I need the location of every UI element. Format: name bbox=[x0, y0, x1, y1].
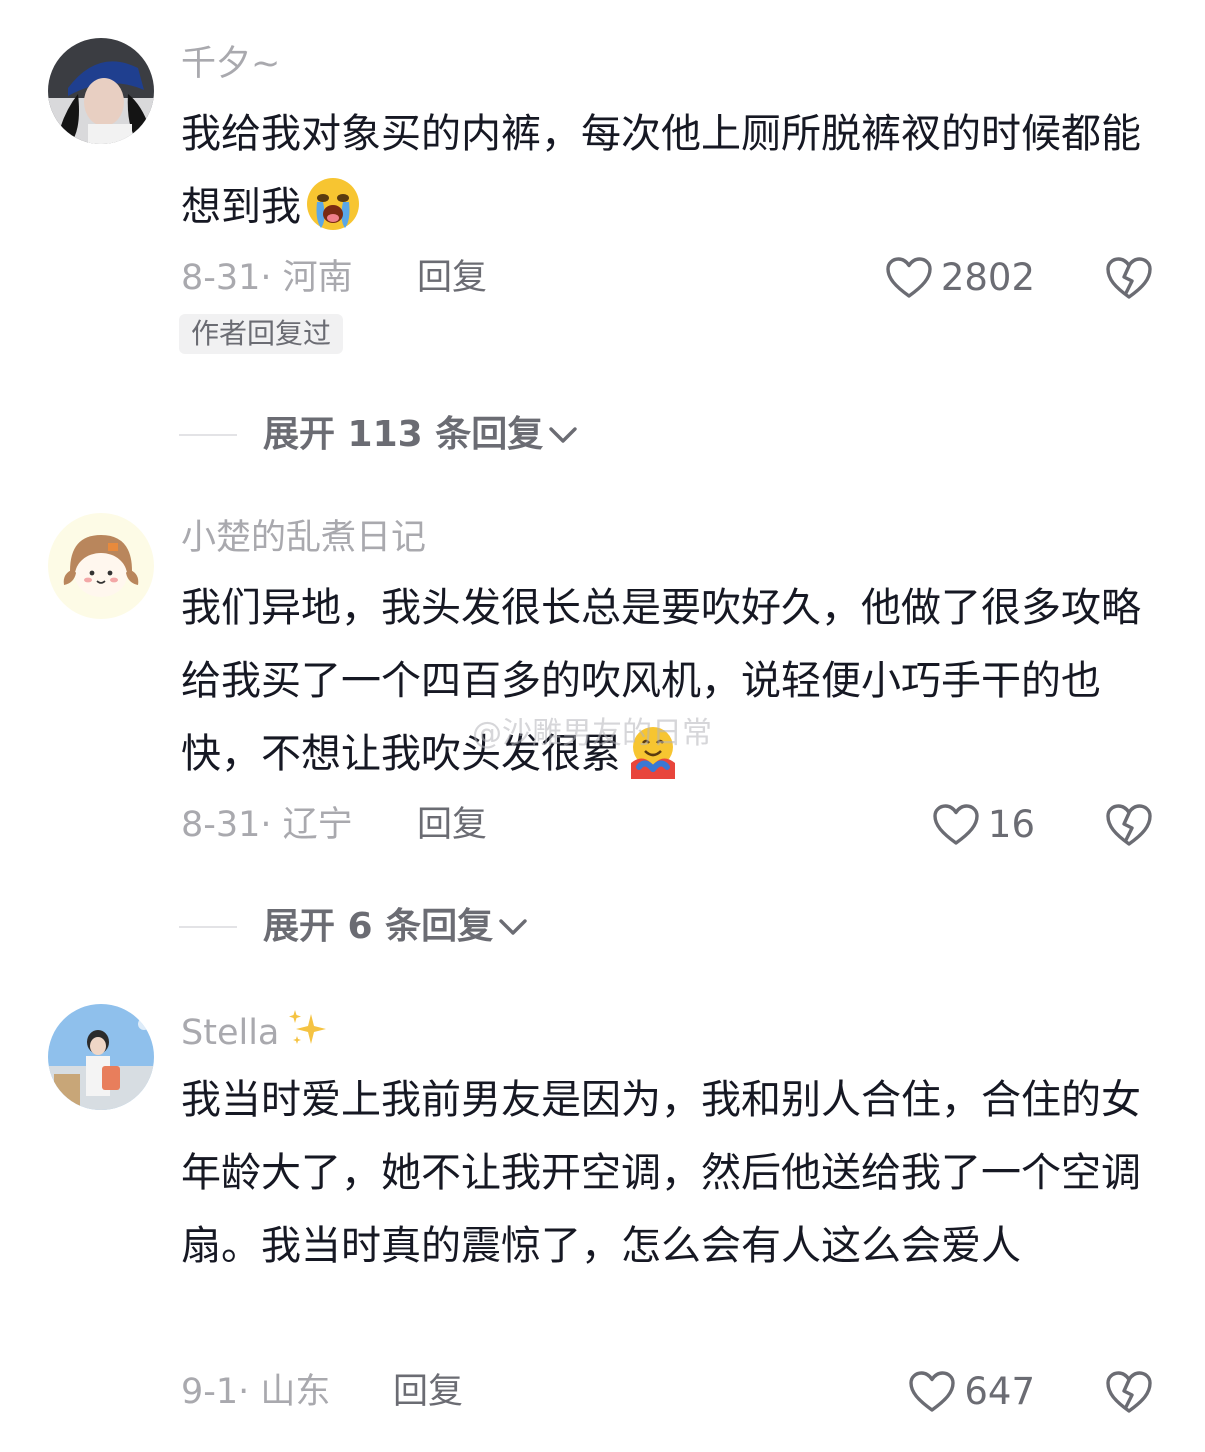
author-replied-badge: 作者回复过 bbox=[179, 314, 344, 354]
username[interactable]: Stella bbox=[181, 1006, 331, 1055]
divider-line bbox=[179, 926, 237, 928]
broken-heart-icon bbox=[1106, 1371, 1152, 1413]
heart-outline-icon bbox=[933, 804, 979, 845]
comment-text: 我当时爱上我前男友是因为，我和别人合住，合住的女年龄大了，她不让我开空调，然后他… bbox=[181, 1077, 1141, 1269]
heart-outline-icon bbox=[909, 1371, 956, 1412]
avatar[interactable] bbox=[48, 1004, 154, 1110]
dislike-button[interactable] bbox=[1105, 255, 1153, 301]
like-count: 2802 bbox=[940, 256, 1035, 299]
expand-replies-label: 展开 113 条回复 bbox=[263, 414, 544, 455]
broken-heart-icon bbox=[1106, 804, 1152, 846]
divider-line bbox=[179, 434, 237, 436]
avatar[interactable] bbox=[48, 513, 154, 619]
reply-button[interactable]: 回复 bbox=[393, 1370, 463, 1414]
reply-button[interactable]: 回复 bbox=[417, 803, 487, 847]
heart-outline-icon bbox=[886, 257, 932, 298]
comment-meta: 9-1· 山东 bbox=[181, 1372, 331, 1412]
username-text: Stella bbox=[181, 1013, 280, 1053]
chevron-down-icon bbox=[549, 427, 577, 443]
watermark: @沙雕男友的日常 bbox=[472, 716, 712, 751]
like-button[interactable]: 647 bbox=[908, 1367, 1035, 1417]
reply-button[interactable]: 回复 bbox=[417, 256, 487, 300]
comment-text: 我们异地，我头发很长总是要吹好久，他做了很多攻略给我买了一个四百多的吹风机，说轻… bbox=[181, 572, 1166, 791]
comment-meta: 8-31· 河南 bbox=[181, 258, 353, 298]
chevron-down-icon bbox=[499, 919, 527, 935]
comment-meta: 8-31· 辽宁 bbox=[181, 805, 353, 845]
expand-replies-label: 展开 6 条回复 bbox=[263, 906, 494, 947]
sparkles-icon bbox=[285, 1006, 331, 1052]
dislike-button[interactable] bbox=[1105, 802, 1153, 848]
like-button[interactable]: 16 bbox=[932, 800, 1035, 850]
expand-replies-button[interactable]: 展开 6 条回复 bbox=[179, 902, 529, 952]
avatar[interactable] bbox=[48, 38, 154, 144]
username[interactable]: 千夕~ bbox=[181, 42, 280, 86]
expand-replies-button[interactable]: 展开 113 条回复 bbox=[179, 410, 579, 460]
comment-text: 我给我对象买的内裤，每次他上厕所脱裤衩的时候都能想到我 bbox=[181, 98, 1166, 244]
broken-heart-icon bbox=[1106, 257, 1152, 299]
like-button[interactable]: 2802 bbox=[885, 253, 1035, 303]
loudly-crying-face-icon bbox=[305, 176, 361, 232]
username[interactable]: 小楚的乱煮日记 bbox=[181, 516, 426, 560]
like-count: 16 bbox=[987, 803, 1035, 846]
like-count: 647 bbox=[964, 1370, 1035, 1413]
dislike-button[interactable] bbox=[1105, 1369, 1153, 1415]
